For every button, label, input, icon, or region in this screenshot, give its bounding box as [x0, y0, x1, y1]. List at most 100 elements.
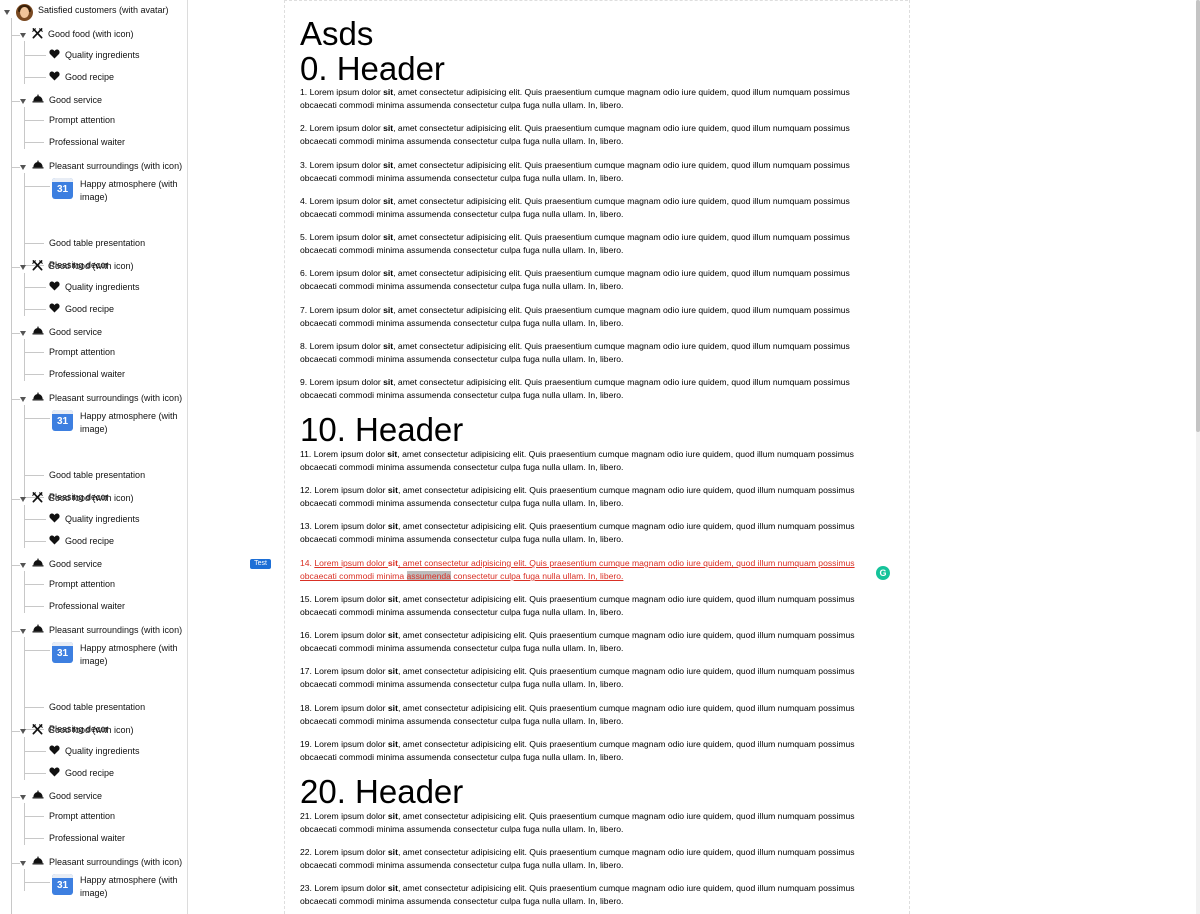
collapse-toggle[interactable]	[20, 331, 26, 336]
tree-node-food-item[interactable]: Good recipe	[49, 71, 114, 84]
paragraph[interactable]: 1. Lorem ipsum dolor sit, amet consectet…	[300, 86, 880, 112]
tree-node-food-item[interactable]: Good recipe	[49, 535, 114, 548]
paragraph[interactable]: 23. Lorem ipsum dolor sit, amet consecte…	[300, 882, 880, 908]
tree-node-happy-atmosphere[interactable]: 31 Happy atmosphere (with image)	[52, 410, 180, 436]
tree-node-service-item[interactable]: Professional waiter	[49, 600, 125, 613]
paragraph[interactable]: 12. Lorem ipsum dolor sit, amet consecte…	[300, 484, 880, 510]
tree-node-food-item[interactable]: Good recipe	[49, 767, 114, 780]
collapse-toggle[interactable]	[20, 729, 26, 734]
tree-node-surroundings-item[interactable]: Good table presentation	[49, 237, 145, 250]
paragraph-number: 12.	[300, 485, 312, 495]
paragraph[interactable]: 21. Lorem ipsum dolor sit, amet consecte…	[300, 810, 880, 836]
tree-node-surroundings-item[interactable]: Good table presentation	[49, 701, 145, 714]
tree-node-good-service[interactable]: Good service	[32, 558, 102, 571]
bold-text: sit	[387, 630, 398, 640]
highlighted-word[interactable]: assumenda	[406, 571, 451, 581]
tree-node-pleasant-surroundings[interactable]: Pleasant surroundings (with icon)	[32, 624, 182, 637]
bold-text: sit	[387, 666, 398, 676]
tree-node-label: Quality ingredients	[65, 514, 140, 524]
paragraph[interactable]: 15. Lorem ipsum dolor sit, amet consecte…	[300, 593, 880, 619]
collapse-toggle[interactable]	[20, 265, 26, 270]
collapse-toggle[interactable]	[20, 497, 26, 502]
tree-node-food-item[interactable]: Good recipe	[49, 303, 114, 316]
collapse-toggle[interactable]	[20, 397, 26, 402]
tree-node-good-food[interactable]: Good food (with icon)	[32, 724, 134, 737]
paragraph[interactable]: 4. Lorem ipsum dolor sit, amet consectet…	[300, 195, 880, 221]
collapse-toggle[interactable]	[20, 563, 26, 568]
tree-node-service-item[interactable]: Prompt attention	[49, 578, 115, 591]
fork-knife-icon	[32, 260, 43, 271]
tree-node-service-item[interactable]: Prompt attention	[49, 810, 115, 823]
paragraph-text: Lorem ipsum dolor	[309, 341, 384, 351]
fork-knife-icon	[32, 492, 43, 503]
paragraph[interactable]: 19. Lorem ipsum dolor sit, amet consecte…	[300, 738, 880, 764]
collapse-toggle[interactable]	[20, 861, 26, 866]
tree-node-food-item[interactable]: Quality ingredients	[49, 281, 140, 294]
test-badge[interactable]: Test	[250, 559, 271, 569]
paragraph-text: obcaecati commodi minima assumenda conse…	[300, 824, 624, 834]
paragraph[interactable]: 5. Lorem ipsum dolor sit, amet consectet…	[300, 231, 880, 257]
tree-node-food-item[interactable]: Quality ingredients	[49, 745, 140, 758]
paragraph-number: 22.	[300, 847, 312, 857]
tree-node-good-service[interactable]: Good service	[32, 790, 102, 803]
paragraph[interactable]: 13. Lorem ipsum dolor sit, amet consecte…	[300, 520, 880, 546]
paragraph-text: obcaecati commodi minima assumenda conse…	[300, 679, 624, 689]
tree-node-good-food[interactable]: Good food (with icon)	[32, 28, 134, 41]
collapse-toggle[interactable]	[20, 629, 26, 634]
tree-node-service-item[interactable]: Professional waiter	[49, 368, 125, 381]
tree-node-pleasant-surroundings[interactable]: Pleasant surroundings (with icon)	[32, 392, 182, 405]
tree-node-service-item[interactable]: Professional waiter	[49, 136, 125, 149]
collapse-toggle[interactable]	[20, 165, 26, 170]
tree-node-pleasant-surroundings[interactable]: Pleasant surroundings (with icon)	[32, 160, 182, 173]
tree-line	[24, 816, 44, 817]
heart-icon	[49, 49, 60, 59]
tree-node-food-item[interactable]: Quality ingredients	[49, 49, 140, 62]
tree-node-happy-atmosphere[interactable]: 31 Happy atmosphere (with image)	[52, 874, 180, 900]
paragraph[interactable]: 6. Lorem ipsum dolor sit, amet consectet…	[300, 267, 880, 293]
paragraph[interactable]: 22. Lorem ipsum dolor sit, amet consecte…	[300, 846, 880, 872]
paragraph[interactable]: 3. Lorem ipsum dolor sit, amet consectet…	[300, 159, 880, 185]
paragraph-text: , amet consectetur adipisicing elit. Qui…	[393, 341, 850, 351]
paragraph-text: obcaecati commodi minima assumenda conse…	[300, 173, 624, 183]
fork-knife-icon	[32, 28, 43, 39]
tree-line	[24, 650, 50, 651]
tree-node-happy-atmosphere[interactable]: 31 Happy atmosphere (with image)	[52, 178, 180, 204]
tree-node-good-food[interactable]: Good food (with icon)	[32, 492, 134, 505]
tree-node-good-service[interactable]: Good service	[32, 326, 102, 339]
paragraph-text: Lorem ipsum dolor	[309, 87, 384, 97]
paragraph[interactable]: 11. Lorem ipsum dolor sit, amet consecte…	[300, 448, 880, 474]
tree-node-service-item[interactable]: Prompt attention	[49, 114, 115, 127]
collapse-toggle[interactable]	[20, 33, 26, 38]
tree-node-service-item[interactable]: Professional waiter	[49, 832, 125, 845]
scrollbar-thumb[interactable]	[1196, 0, 1200, 432]
paragraph[interactable]: 16. Lorem ipsum dolor sit, amet consecte…	[300, 629, 880, 655]
tree-node-surroundings-item[interactable]: Good table presentation	[49, 469, 145, 482]
paragraph[interactable]: 2. Lorem ipsum dolor sit, amet consectet…	[300, 122, 880, 148]
tree-node-food-item[interactable]: Quality ingredients	[49, 513, 140, 526]
tree-node-pleasant-surroundings[interactable]: Pleasant surroundings (with icon)	[32, 856, 182, 869]
tree-node-good-food[interactable]: Good food (with icon)	[32, 260, 134, 273]
scrollbar[interactable]	[1196, 0, 1200, 914]
collapse-toggle[interactable]	[20, 99, 26, 104]
tree-node-label: Good food (with icon)	[48, 725, 134, 735]
tree-node-good-service[interactable]: Good service	[32, 94, 102, 107]
paragraph-number: 16.	[300, 630, 312, 640]
tree-node-service-item[interactable]: Prompt attention	[49, 346, 115, 359]
paragraph[interactable]: 18. Lorem ipsum dolor sit, amet consecte…	[300, 702, 880, 728]
bold-text: sit	[383, 377, 394, 387]
tree-line	[24, 186, 50, 187]
tree-node-label: Prompt attention	[49, 115, 116, 125]
grammarly-icon[interactable]: G	[876, 566, 890, 580]
paragraph-number: 14.	[300, 558, 312, 568]
paragraph[interactable]: 17. Lorem ipsum dolor sit, amet consecte…	[300, 665, 880, 691]
paragraph-text: Lorem ipsum dolor	[309, 160, 384, 170]
paragraph-with-errors[interactable]: 14. Lorem ipsum dolor sit, amet consecte…	[300, 557, 880, 583]
tree-root-node[interactable]: Satisfied customers (with avatar)	[16, 4, 169, 21]
paragraph[interactable]: 8. Lorem ipsum dolor sit, amet consectet…	[300, 340, 880, 366]
paragraph[interactable]: 9. Lorem ipsum dolor sit, amet consectet…	[300, 376, 880, 402]
tree-node-happy-atmosphere[interactable]: 31 Happy atmosphere (with image)	[52, 642, 180, 668]
collapse-toggle[interactable]	[4, 10, 10, 15]
paragraph[interactable]: 7. Lorem ipsum dolor sit, amet consectet…	[300, 304, 880, 330]
paragraph-text: Lorem ipsum dolor	[314, 811, 388, 821]
collapse-toggle[interactable]	[20, 795, 26, 800]
